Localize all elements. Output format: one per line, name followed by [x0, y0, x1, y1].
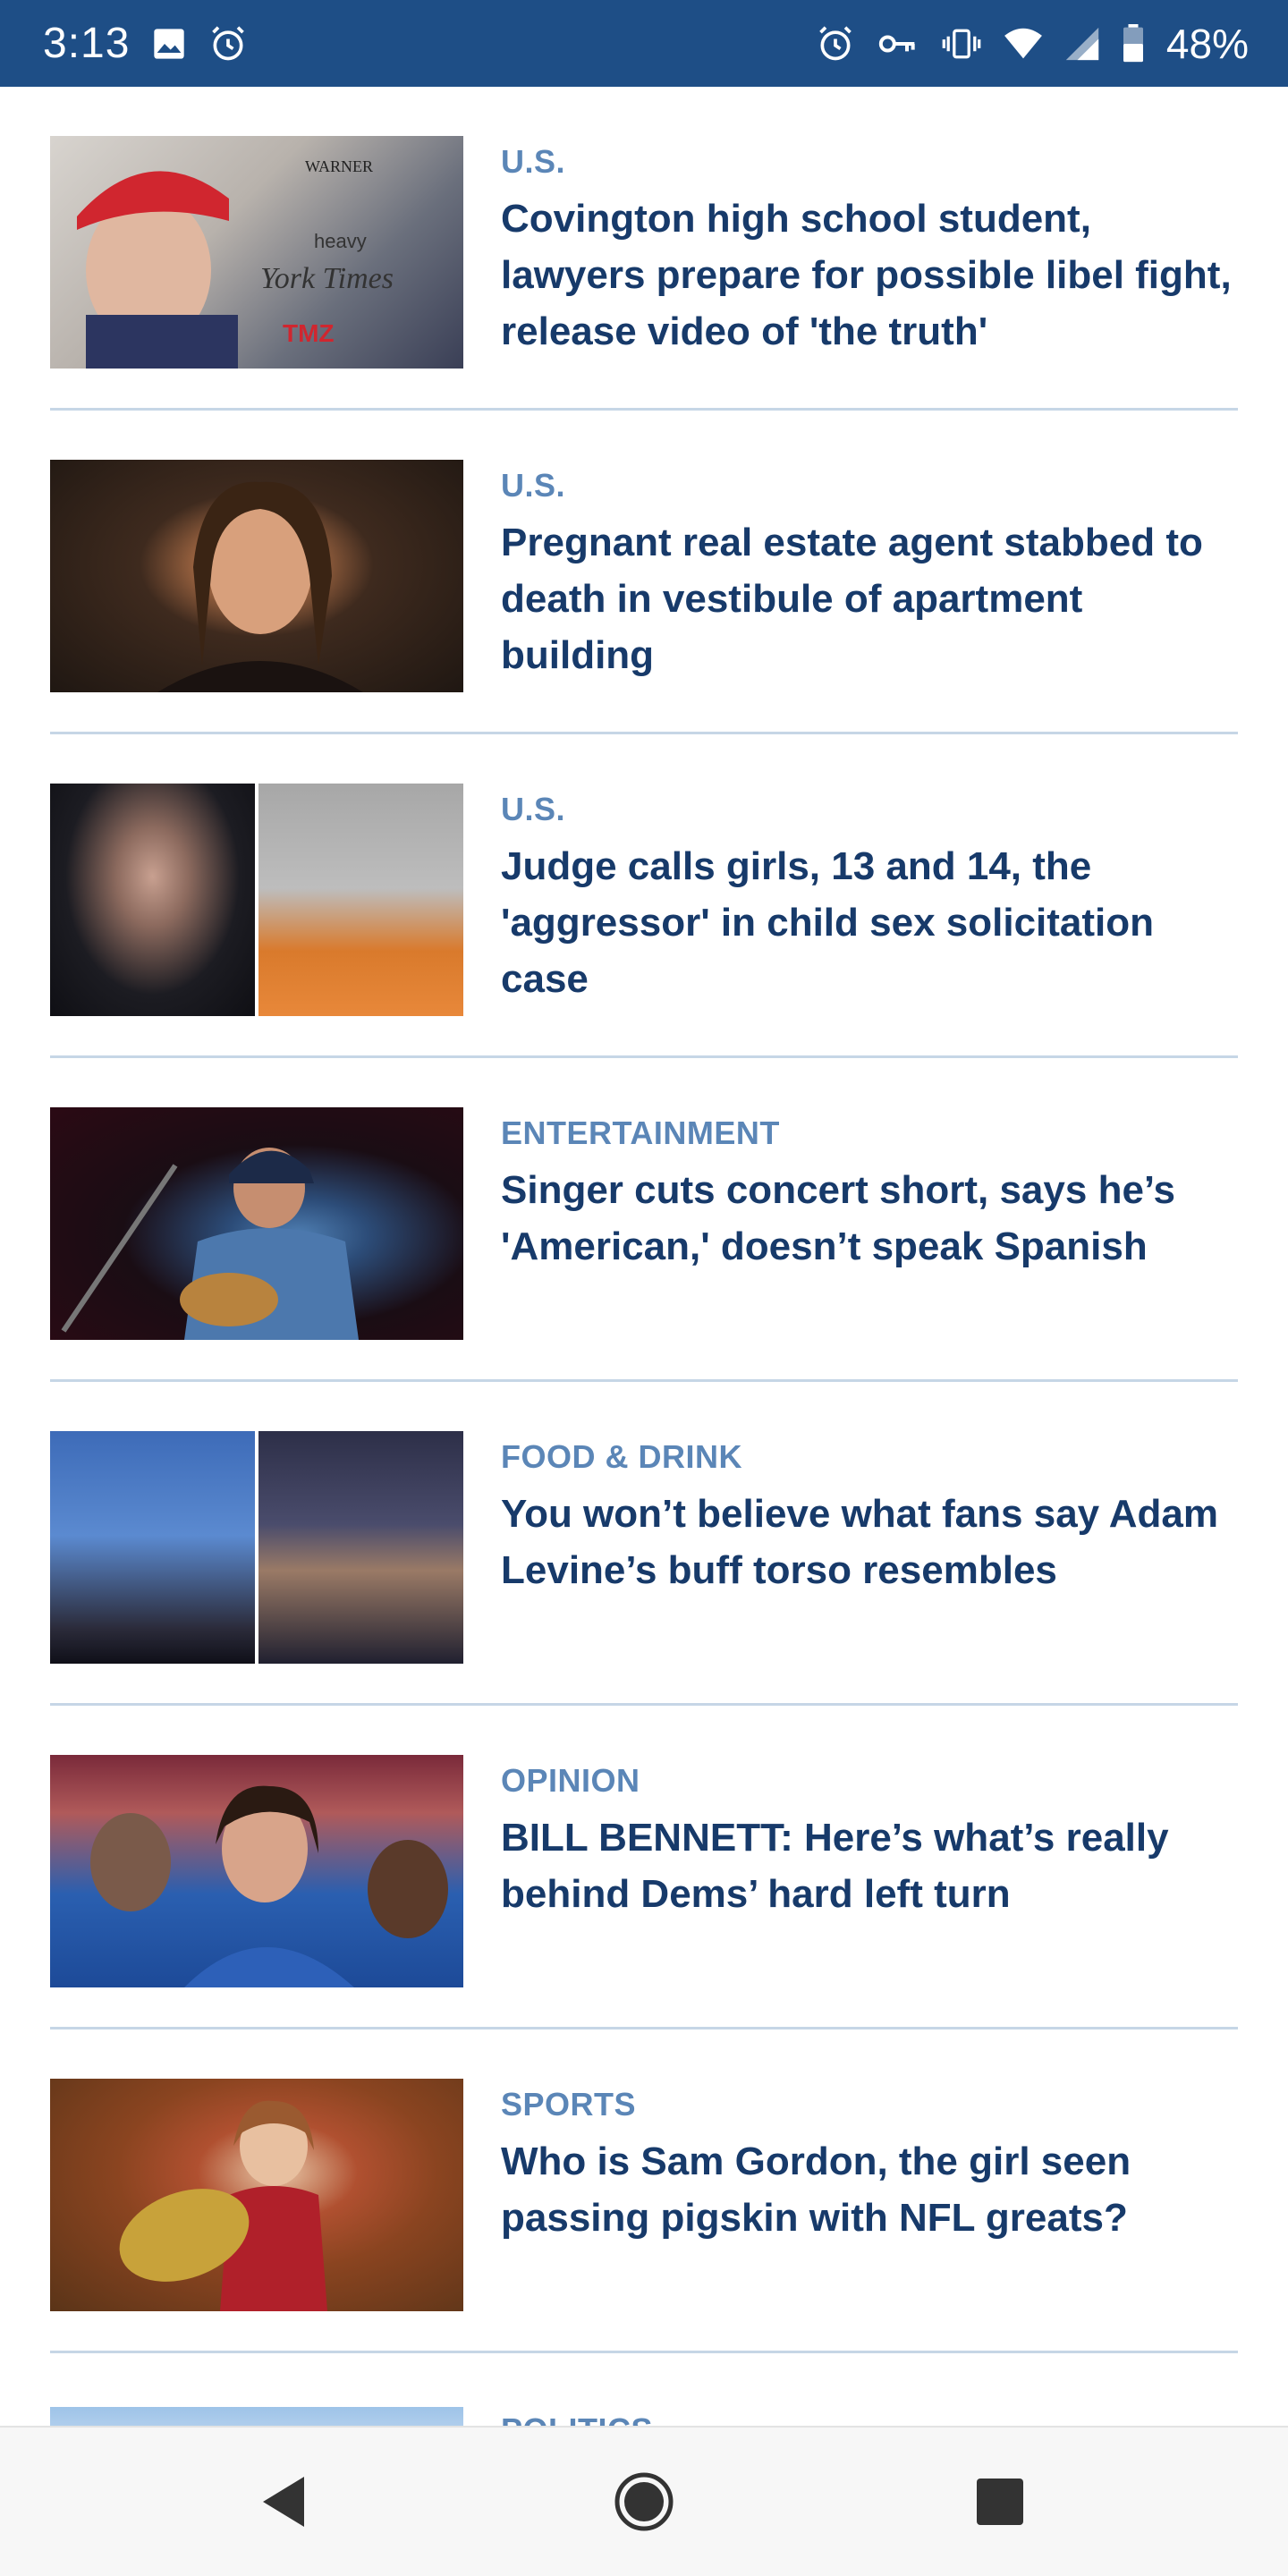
article-category[interactable]: SPORTS — [501, 2085, 1238, 2124]
article-headline[interactable]: Who is Sam Gordon, the girl seen passing… — [501, 2133, 1238, 2246]
news-feed[interactable]: WARNER York Times heavy TMZ U.S. Covingt… — [0, 87, 1288, 2461]
article-card[interactable]: U.S. Pregnant real estate agent stabbed … — [50, 411, 1238, 734]
cell-signal-icon — [1064, 26, 1100, 62]
article-text[interactable]: U.S. Judge calls girls, 13 and 14, the '… — [501, 790, 1238, 1007]
article-thumbnail[interactable] — [50, 460, 463, 692]
battery-percent: 48% — [1165, 20, 1249, 67]
article-text[interactable]: OPINION BILL BENNETT: Here’s what’s real… — [501, 1761, 1238, 1922]
article-text[interactable]: U.S. Covington high school student, lawy… — [501, 142, 1238, 360]
article-thumbnail[interactable] — [50, 1107, 463, 1340]
article-headline[interactable]: You won’t believe what fans say Adam Lev… — [501, 1486, 1238, 1598]
battery-icon — [1122, 23, 1145, 64]
article-category[interactable]: U.S. — [501, 142, 1238, 182]
article-text[interactable]: SPORTS Who is Sam Gordon, the girl seen … — [501, 2085, 1238, 2246]
article-text[interactable]: FOOD & DRINK You won’t believe what fans… — [501, 1437, 1238, 1598]
article-category[interactable]: U.S. — [501, 466, 1238, 505]
article-category[interactable]: U.S. — [501, 790, 1238, 829]
recents-icon[interactable] — [975, 2477, 1025, 2527]
article-headline[interactable]: Pregnant real estate agent stabbed to de… — [501, 514, 1238, 683]
article-thumbnail[interactable] — [50, 1431, 463, 1664]
article-thumbnail[interactable] — [50, 784, 463, 1016]
status-bar: 3:13 48% — [0, 0, 1288, 87]
article-text[interactable]: ENTERTAINMENT Singer cuts concert short,… — [501, 1114, 1238, 1275]
article-category[interactable]: OPINION — [501, 1761, 1238, 1801]
article-thumbnail[interactable] — [50, 1755, 463, 1987]
screen: 3:13 48% WARNER York Times heavy TMZ U.S… — [0, 0, 1288, 2576]
article-headline[interactable]: Covington high school student, lawyers p… — [501, 191, 1238, 360]
article-thumbnail[interactable]: WARNER York Times heavy TMZ — [50, 136, 463, 369]
article-card[interactable]: WARNER York Times heavy TMZ U.S. Covingt… — [50, 87, 1238, 411]
back-icon[interactable] — [258, 2473, 311, 2530]
vibrate-icon — [941, 26, 982, 62]
article-headline[interactable]: Judge calls girls, 13 and 14, the 'aggre… — [501, 838, 1238, 1007]
navigation-bar — [0, 2426, 1288, 2576]
home-icon[interactable] — [614, 2471, 674, 2532]
alarm-icon — [816, 24, 855, 64]
article-card[interactable]: SPORTS Who is Sam Gordon, the girl seen … — [50, 2029, 1238, 2353]
vpn-key-icon — [877, 26, 919, 62]
article-text[interactable]: U.S. Pregnant real estate agent stabbed … — [501, 466, 1238, 683]
svg-text:WARNER: WARNER — [305, 157, 373, 175]
alarm-icon — [208, 24, 248, 64]
wifi-icon — [1004, 26, 1043, 62]
article-category[interactable]: ENTERTAINMENT — [501, 1114, 1238, 1153]
article-card[interactable]: OPINION BILL BENNETT: Here’s what’s real… — [50, 1706, 1238, 2029]
status-bar-right: 48% — [816, 20, 1249, 68]
svg-text:York Times: York Times — [260, 262, 394, 295]
article-card[interactable]: FOOD & DRINK You won’t believe what fans… — [50, 1382, 1238, 1706]
article-card[interactable]: U.S. Judge calls girls, 13 and 14, the '… — [50, 734, 1238, 1058]
article-card[interactable]: ENTERTAINMENT Singer cuts concert short,… — [50, 1058, 1238, 1382]
svg-text:heavy: heavy — [314, 230, 367, 252]
article-thumbnail[interactable] — [50, 2079, 463, 2311]
status-bar-left: 3:13 — [43, 19, 248, 68]
article-headline[interactable]: Singer cuts concert short, says he’s 'Am… — [501, 1162, 1238, 1275]
svg-text:TMZ: TMZ — [283, 319, 335, 347]
article-headline[interactable]: BILL BENNETT: Here’s what’s really behin… — [501, 1809, 1238, 1922]
status-time: 3:13 — [43, 20, 131, 67]
article-category[interactable]: FOOD & DRINK — [501, 1437, 1238, 1477]
image-icon — [151, 26, 187, 62]
